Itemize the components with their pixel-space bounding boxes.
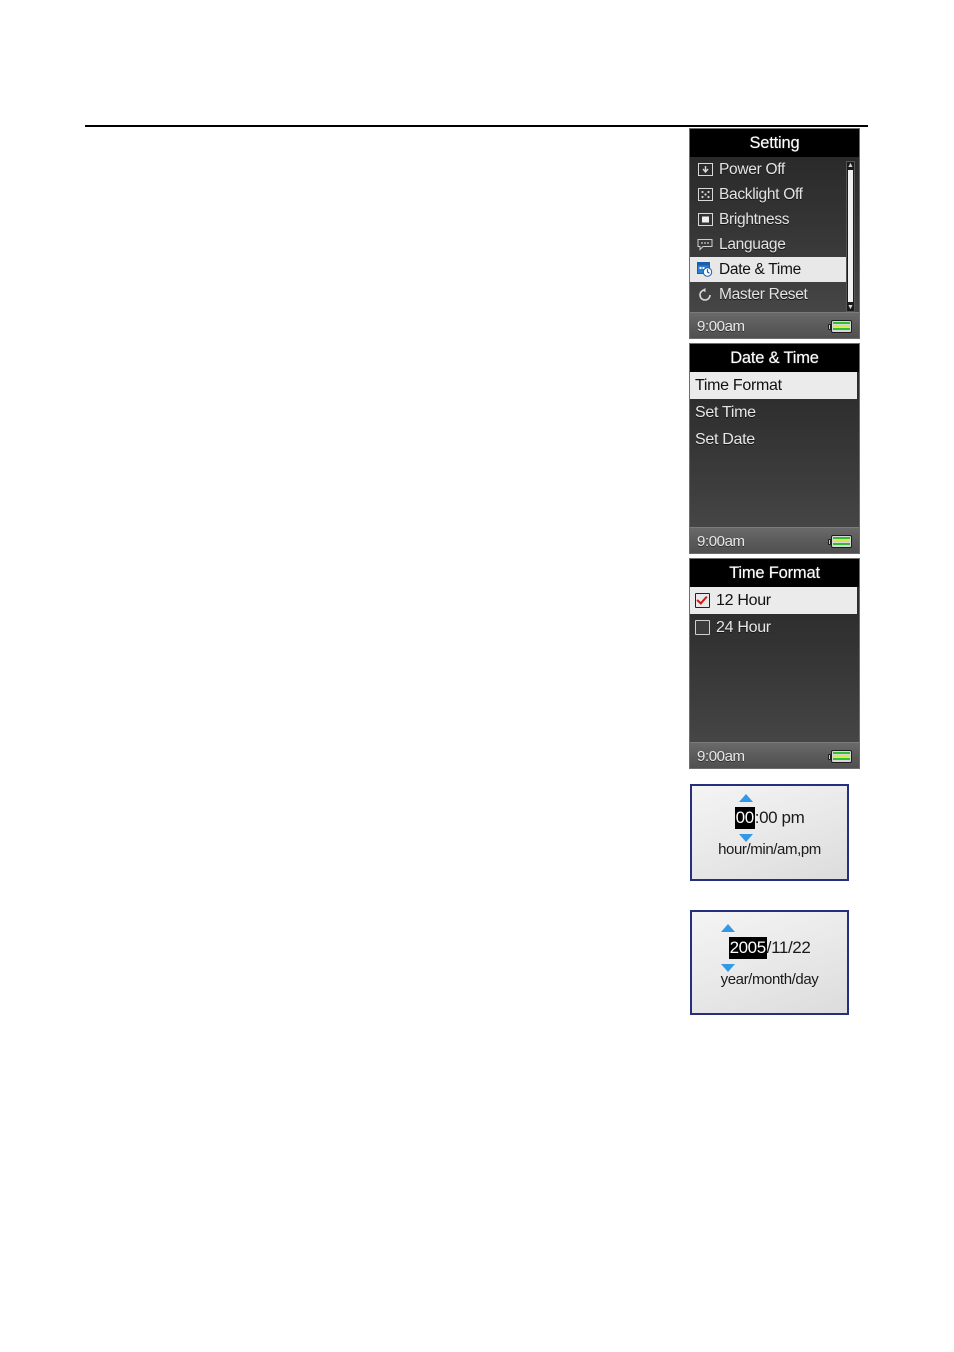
time-spinner-rest: :00 pm xyxy=(754,808,805,827)
status-time: 9:00am xyxy=(697,532,745,550)
list-item-set-date[interactable]: Set Date xyxy=(690,426,859,453)
status-time: 9:00am xyxy=(697,747,745,765)
radio-item-label: 24 Hour xyxy=(716,618,771,636)
scrollbar-thumb[interactable] xyxy=(848,170,853,302)
time-spinner[interactable]: 00 :00 pm xyxy=(734,794,805,842)
status-bar: 9:00am xyxy=(690,312,859,338)
device-screen-setting: Setting ▲ ▼ Power Off Backlight Off Brig… xyxy=(689,128,860,339)
date-spinner-rest: /11/22 xyxy=(766,938,811,957)
scroll-down-arrow-icon[interactable]: ▼ xyxy=(847,304,854,311)
checkbox-unchecked-icon[interactable] xyxy=(695,620,710,635)
battery-full-icon xyxy=(828,749,852,763)
menu-item-language[interactable]: Language xyxy=(690,232,859,257)
spinner-down-arrow-icon[interactable] xyxy=(738,834,753,842)
battery-full-icon xyxy=(828,319,852,333)
set-time-callout: 00 :00 pm hour/min/am,pm xyxy=(690,784,849,881)
set-date-callout: 2005 /11/22 year/month/day xyxy=(690,910,849,1015)
time-spinner-highlight[interactable]: 00 xyxy=(734,807,755,829)
list-item-set-time[interactable]: Set Time xyxy=(690,399,859,426)
date-time-icon xyxy=(696,262,714,278)
list-item-time-format[interactable]: Time Format xyxy=(690,372,857,399)
status-bar: 9:00am xyxy=(690,742,859,768)
date-spinner-highlight[interactable]: 2005 xyxy=(728,937,767,959)
battery-full-icon xyxy=(828,534,852,548)
menu-item-power-off[interactable]: Power Off xyxy=(690,157,859,182)
brightness-icon xyxy=(696,212,714,228)
radio-item-label: 12 Hour xyxy=(716,591,771,609)
screen-body-time-format: 12 Hour 24 Hour 9:00am xyxy=(690,587,859,768)
scroll-up-arrow-icon[interactable]: ▲ xyxy=(847,162,854,169)
date-spinner[interactable]: 2005 /11/22 xyxy=(721,924,811,972)
backlight-off-icon xyxy=(696,187,714,203)
time-callout-caption: hour/min/am,pm xyxy=(718,841,821,858)
menu-item-label: Backlight Off xyxy=(719,185,803,203)
device-screen-date-time: Date & Time Time Format Set Time Set Dat… xyxy=(689,343,860,554)
spinner-up-arrow-icon[interactable] xyxy=(721,924,736,932)
scrollbar[interactable]: ▲ ▼ xyxy=(846,161,855,312)
list-item-label: Set Time xyxy=(695,403,756,421)
menu-item-backlight-off[interactable]: Backlight Off xyxy=(690,182,859,207)
list-item-label: Set Date xyxy=(695,430,755,448)
screen-body-setting: ▲ ▼ Power Off Backlight Off Brightness L… xyxy=(690,157,859,338)
menu-item-brightness[interactable]: Brightness xyxy=(690,207,859,232)
master-reset-icon xyxy=(696,287,714,303)
screen-title-date-time: Date & Time xyxy=(690,344,859,372)
checkbox-checked-icon[interactable] xyxy=(695,593,710,608)
spinner-down-arrow-icon[interactable] xyxy=(721,964,736,972)
radio-item-24-hour[interactable]: 24 Hour xyxy=(690,614,859,641)
power-off-icon xyxy=(696,162,714,178)
status-bar: 9:00am xyxy=(690,527,859,553)
list-item-label: Time Format xyxy=(695,376,782,394)
radio-item-12-hour[interactable]: 12 Hour xyxy=(690,587,857,614)
menu-item-label: Power Off xyxy=(719,160,785,178)
menu-item-master-reset[interactable]: Master Reset xyxy=(690,282,859,307)
menu-item-label: Brightness xyxy=(719,210,790,228)
language-icon xyxy=(696,237,714,253)
page-horizontal-rule xyxy=(85,125,868,127)
menu-item-date-time[interactable]: Date & Time xyxy=(690,257,847,282)
screen-body-date-time: Time Format Set Time Set Date 9:00am xyxy=(690,372,859,553)
date-callout-caption: year/month/day xyxy=(720,971,819,988)
menu-item-label: Master Reset xyxy=(719,285,808,303)
device-screen-time-format: Time Format 12 Hour 24 Hour 9:00am xyxy=(689,558,860,769)
status-time: 9:00am xyxy=(697,317,745,335)
screen-title-setting: Setting xyxy=(690,129,859,157)
screen-title-time-format: Time Format xyxy=(690,559,859,587)
menu-item-label: Language xyxy=(719,235,786,253)
menu-item-label: Date & Time xyxy=(719,260,801,278)
spinner-up-arrow-icon[interactable] xyxy=(738,794,753,802)
